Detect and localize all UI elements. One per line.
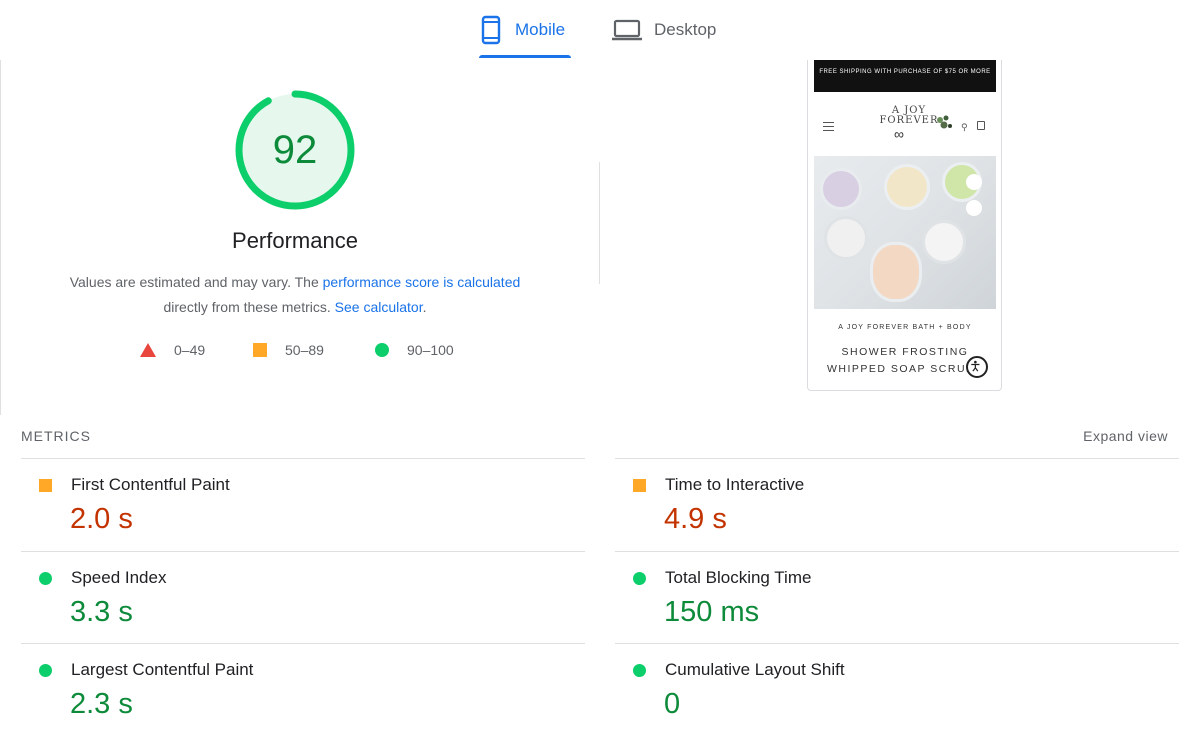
product-image xyxy=(814,156,996,309)
pass-circle-icon xyxy=(633,664,646,677)
metric-label: Largest Contentful Paint xyxy=(71,660,254,679)
tab-mobile[interactable]: Mobile xyxy=(479,0,571,60)
jar-image xyxy=(820,168,862,210)
metrics-heading: METRICS xyxy=(21,428,91,444)
metric-cumulative-layout-shift: Cumulative Layout Shift 0 xyxy=(615,643,1179,732)
score-description: Values are estimated and may vary. The p… xyxy=(0,270,590,320)
share-icon xyxy=(966,200,982,216)
average-square-icon xyxy=(633,479,646,492)
legend-range-pass: 90–100 xyxy=(407,342,454,358)
legend-item-average: 50–89 xyxy=(253,342,324,358)
red-triangle-icon xyxy=(140,343,156,357)
see-calculator-link[interactable]: See calculator xyxy=(335,299,423,315)
infinity-icon: ∞ xyxy=(894,126,904,142)
metric-value: 0 xyxy=(664,688,681,720)
performance-title: Performance xyxy=(232,228,358,253)
page-screenshot-preview: FREE SHIPPING WITH PURCHASE OF $75 OR MO… xyxy=(807,60,1002,391)
device-tabs: Mobile Desktop xyxy=(0,0,1199,60)
metric-label: Total Blocking Time xyxy=(665,568,812,587)
leaf-icon xyxy=(937,115,952,129)
metric-value: 2.3 s xyxy=(70,688,133,720)
metric-value: 3.3 s xyxy=(70,596,133,628)
jar-image xyxy=(870,242,922,302)
metric-label: Cumulative Layout Shift xyxy=(665,660,845,679)
pass-circle-icon xyxy=(39,664,52,677)
cart-icon xyxy=(977,121,985,130)
active-tab-indicator xyxy=(479,55,571,58)
metric-value: 150 ms xyxy=(664,596,760,628)
metric-label: Speed Index xyxy=(71,568,167,587)
metric-first-contentful-paint: First Contentful Paint 2.0 s xyxy=(21,458,585,550)
pass-circle-icon xyxy=(39,572,52,585)
search-icon: ⚲ xyxy=(961,122,968,132)
metric-value: 4.9 s xyxy=(664,503,727,535)
jar-image xyxy=(824,216,868,260)
legend-item-fail: 0–49 xyxy=(140,342,205,358)
menu-icon xyxy=(823,122,834,131)
legend-item-pass: 90–100 xyxy=(375,342,454,358)
metric-total-blocking-time: Total Blocking Time 150 ms xyxy=(615,551,1179,643)
tab-mobile-label: Mobile xyxy=(515,20,566,39)
description-text-3: . xyxy=(422,299,427,315)
metric-label: Time to Interactive xyxy=(665,475,805,494)
legend-range-average: 50–89 xyxy=(285,342,324,358)
metric-value: 2.0 s xyxy=(70,503,133,535)
pass-circle-icon xyxy=(633,572,646,585)
accessibility-icon xyxy=(966,356,988,378)
performance-score-value: 92 xyxy=(272,127,318,172)
description-text-2: directly from these metrics. xyxy=(163,299,335,315)
laptop-icon xyxy=(612,19,642,41)
green-circle-icon xyxy=(375,343,389,357)
tab-desktop-label: Desktop xyxy=(654,20,717,39)
orange-square-icon xyxy=(253,343,267,357)
shipping-banner: FREE SHIPPING WITH PURCHASE OF $75 OR MO… xyxy=(814,60,996,92)
description-text-1: Values are estimated and may vary. The xyxy=(69,274,323,290)
jar-image xyxy=(884,164,930,210)
score-legend: 0–49 50–89 90–100 xyxy=(0,342,590,362)
mobile-phone-icon xyxy=(481,15,501,45)
metric-largest-contentful-paint: Largest Contentful Paint 2.3 s xyxy=(21,643,585,732)
legend-range-fail: 0–49 xyxy=(174,342,206,358)
brand-name: A JOY FOREVER BATH + BODY xyxy=(838,324,972,331)
expand-view-button[interactable]: Expand view xyxy=(1083,428,1168,444)
average-square-icon xyxy=(39,479,52,492)
metric-time-to-interactive: Time to Interactive 4.9 s xyxy=(615,458,1179,550)
metric-speed-index: Speed Index 3.3 s xyxy=(21,551,585,643)
preview-header: A JOY FOREVER ∞ ⚲ xyxy=(814,102,996,152)
vertical-divider xyxy=(599,162,600,284)
jar-image xyxy=(922,220,966,264)
tab-desktop[interactable]: Desktop xyxy=(612,0,732,60)
metric-label: First Contentful Paint xyxy=(71,475,230,494)
zoom-icon xyxy=(966,174,982,190)
performance-score-link[interactable]: performance score is calculated xyxy=(323,274,521,290)
